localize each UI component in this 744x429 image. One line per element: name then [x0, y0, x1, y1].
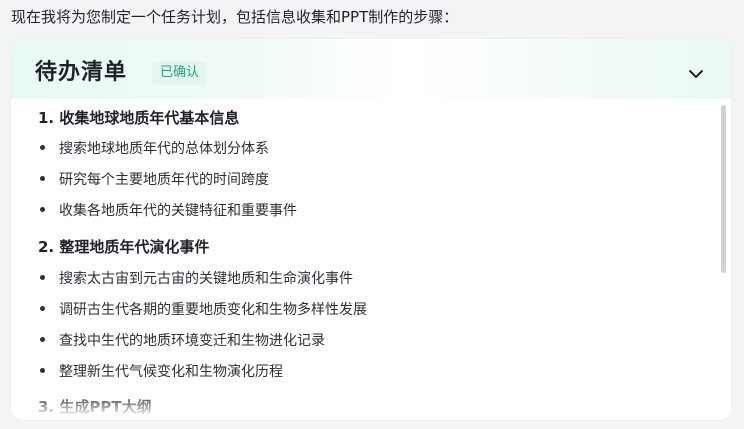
list-item: 调研古生代各期的重要地质变化和生物多样性发展 [38, 300, 367, 320]
section-title: 3. 生成PPT大纲 [38, 398, 152, 416]
bullet-icon [40, 175, 45, 181]
bullet-icon [40, 206, 45, 212]
list-item: 研究每个主要地质年代的时间跨度 [38, 170, 269, 190]
section-title: 2. 整理地质年代演化事件 [38, 238, 210, 256]
bullet-icon [40, 144, 45, 150]
bullet-icon [40, 274, 45, 280]
bullet-icon [40, 305, 45, 311]
todo-list: 1. 收集地球地质年代基本信息 搜索地球地质年代的总体划分体系 研究每个主要地质… [11, 105, 719, 420]
chevron-down-icon [689, 70, 703, 78]
scrollbar[interactable] [721, 105, 727, 420]
bullet-icon [40, 336, 45, 342]
list-item: 查找中生代的地质环境变迁和生物进化记录 [38, 331, 325, 351]
list-item: 收集各地质年代的关键特征和重要事件 [38, 201, 297, 221]
assistant-intro-text: 现在我将为您制定一个任务计划，包括信息收集和PPT制作的步骤： [11, 8, 459, 26]
bullet-icon [40, 367, 45, 373]
collapse-button[interactable] [685, 63, 707, 85]
section-title: 1. 收集地球地质年代基本信息 [38, 109, 240, 127]
scrollbar-thumb[interactable] [721, 105, 726, 273]
list-item: 搜索地球地质年代的总体划分体系 [38, 139, 269, 159]
list-item: 搜索太古宙到元古宙的关键地质和生命演化事件 [38, 269, 353, 289]
todo-card-title: 待办清单 [35, 60, 128, 85]
todo-card: 待办清单 已确认 1. 收集地球地质年代基本信息 搜索地球地质年代的总体划分体系… [11, 39, 731, 420]
status-badge: 已确认 [152, 61, 208, 85]
todo-card-header: 待办清单 已确认 [11, 39, 731, 105]
list-item: 整理新生代气候变化和生物演化历程 [38, 362, 283, 382]
